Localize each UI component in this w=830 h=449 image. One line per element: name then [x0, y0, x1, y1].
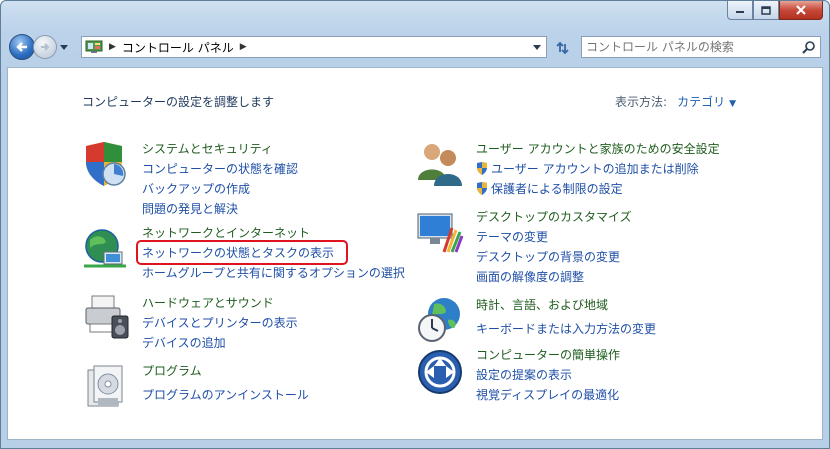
category-title-system-security[interactable]: システムとセキュリティ — [142, 140, 273, 157]
uac-shield-icon — [477, 182, 487, 195]
content-pane: コンピューターの設定を調整します 表示方法: カテゴリ ▼ システムとセキュリティ … — [7, 67, 823, 440]
search-input[interactable] — [582, 37, 800, 57]
arrow-left-icon — [16, 42, 27, 52]
control-panel-window: ▶ コントロール パネル ▶ コンピューターの設定を調整します 表示方法: カテゴ… — [0, 0, 830, 449]
breadcrumb-separator[interactable]: ▶ — [109, 42, 116, 52]
search-icon[interactable] — [802, 40, 816, 54]
minimize-button[interactable] — [727, 1, 753, 20]
link-create-backup[interactable]: バックアップの作成 — [142, 180, 250, 197]
user-accounts-icon[interactable] — [416, 140, 464, 188]
address-dropdown[interactable] — [528, 37, 546, 57]
refresh-button[interactable] — [549, 36, 575, 60]
close-button[interactable] — [779, 1, 823, 20]
link-find-fix-problems[interactable]: 問題の発見と解決 — [142, 200, 238, 217]
hardware-sound-icon[interactable] — [82, 294, 130, 342]
chevron-down-icon — [533, 44, 541, 50]
navigation-bar: ▶ コントロール パネル ▶ — [1, 31, 829, 65]
link-uninstall-program[interactable]: プログラムのアンインストール — [142, 386, 309, 403]
close-icon — [796, 5, 806, 15]
link-add-device[interactable]: デバイスの追加 — [142, 334, 226, 351]
category-title-appearance[interactable]: デスクトップのカスタマイズ — [476, 208, 632, 225]
highlight-box — [136, 240, 348, 265]
link-change-keyboard-input[interactable]: キーボードまたは入力方法の変更 — [476, 320, 656, 337]
ease-of-access-icon[interactable] — [416, 348, 464, 396]
programs-icon[interactable] — [82, 364, 130, 412]
link-parental-controls[interactable]: 保護者による制限の設定 — [476, 180, 623, 197]
category-title-user-accounts[interactable]: ユーザー アカウントと家族のための安全設定 — [476, 140, 720, 157]
category-title-ease-of-access[interactable]: コンピューターの簡単操作 — [476, 346, 620, 363]
category-title-programs[interactable]: プログラム — [142, 362, 202, 379]
category-title-clock-language-region[interactable]: 時計、言語、および地域 — [476, 296, 608, 313]
maximize-icon — [761, 5, 771, 15]
link-view-devices-printers[interactable]: デバイスとプリンターの表示 — [142, 314, 298, 331]
link-suggested-settings[interactable]: 設定の提案の表示 — [476, 366, 572, 383]
view-by-label: 表示方法: — [615, 95, 668, 109]
minimize-icon — [736, 11, 744, 13]
view-by-dropdown[interactable]: カテゴリ — [677, 95, 725, 109]
arrow-right-icon — [41, 43, 50, 51]
recent-pages-dropdown[interactable] — [59, 42, 69, 52]
link-add-remove-user-accounts[interactable]: ユーザー アカウントの追加または削除 — [476, 160, 699, 177]
control-panel-icon — [85, 40, 103, 53]
view-by: 表示方法: カテゴリ ▼ — [615, 93, 736, 110]
appearance-icon[interactable] — [416, 208, 464, 256]
refresh-icon — [556, 41, 569, 55]
link-adjust-screen-resolution[interactable]: 画面の解像度の調整 — [476, 268, 584, 285]
link-homegroup-sharing-options[interactable]: ホームグループと共有に関するオプションの選択 — [142, 264, 405, 281]
category-title-network-internet[interactable]: ネットワークとインターネット — [142, 224, 310, 241]
maximize-button[interactable] — [753, 1, 779, 20]
system-security-icon[interactable] — [82, 140, 130, 188]
clock-language-region-icon[interactable] — [416, 296, 464, 344]
link-change-desktop-background[interactable]: デスクトップの背景の変更 — [476, 248, 620, 265]
breadcrumb-separator[interactable]: ▶ — [240, 42, 247, 52]
address-bar[interactable]: ▶ コントロール パネル ▶ — [81, 36, 547, 58]
link-check-computer-status[interactable]: コンピューターの状態を確認 — [142, 160, 298, 177]
uac-shield-icon — [477, 162, 487, 175]
network-internet-icon[interactable] — [82, 226, 130, 274]
search-box — [581, 36, 821, 58]
forward-button[interactable] — [33, 35, 57, 59]
breadcrumb-control-panel[interactable]: コントロール パネル — [122, 39, 234, 56]
link-change-theme[interactable]: テーマの変更 — [476, 228, 548, 245]
chevron-down-icon[interactable]: ▼ — [729, 99, 736, 109]
link-optimize-visual-display[interactable]: 視覚ディスプレイの最適化 — [476, 386, 619, 403]
back-button[interactable] — [9, 34, 35, 60]
title-bar[interactable] — [1, 1, 829, 31]
category-title-hardware-sound[interactable]: ハードウェアとサウンド — [142, 294, 274, 311]
page-heading: コンピューターの設定を調整します — [82, 95, 275, 109]
chevron-down-icon — [60, 44, 68, 50]
